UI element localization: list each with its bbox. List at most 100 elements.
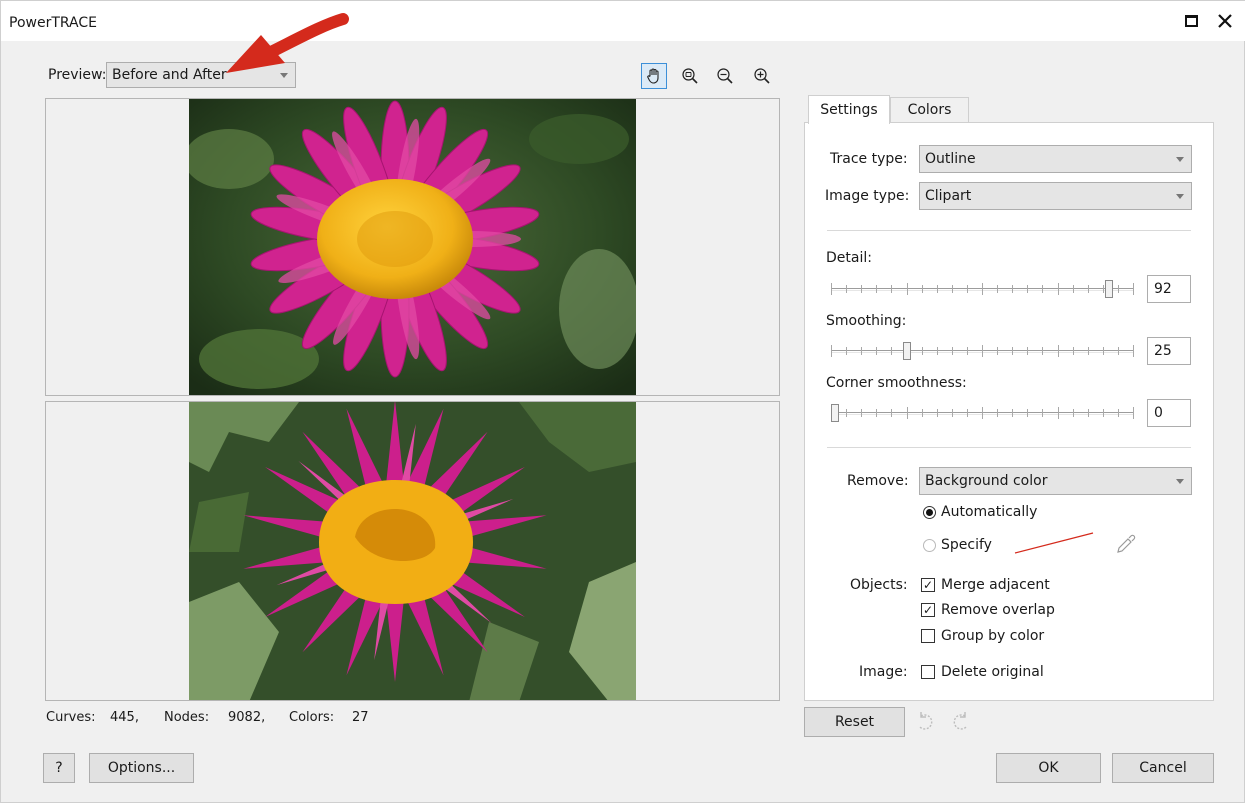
slider-tick xyxy=(876,285,877,293)
section-divider xyxy=(827,230,1191,231)
slider-tick xyxy=(967,409,968,417)
slider-tick xyxy=(1027,285,1028,293)
slider-tick xyxy=(952,347,953,355)
pan-tool-button[interactable] xyxy=(641,63,667,89)
slider-tick xyxy=(1133,283,1134,295)
undo-icon[interactable] xyxy=(914,711,936,733)
remove-dropdown[interactable]: Background color xyxy=(919,467,1192,495)
slider-tick xyxy=(937,409,938,417)
slider-tick xyxy=(876,347,877,355)
slider-tick xyxy=(1118,347,1119,355)
slider-tick xyxy=(1118,409,1119,417)
close-button[interactable] xyxy=(1211,9,1239,33)
colors-label: Colors: xyxy=(289,710,335,725)
image-type-label: Image type: xyxy=(825,188,910,204)
slider-tick xyxy=(1073,347,1074,355)
chevron-down-icon xyxy=(1176,479,1184,484)
detail-input[interactable]: 92 xyxy=(1147,275,1191,303)
redo-icon[interactable] xyxy=(950,711,972,733)
chevron-down-icon xyxy=(1176,194,1184,199)
tab-colors-label: Colors xyxy=(907,102,952,118)
slider-thumb[interactable] xyxy=(1104,280,1113,298)
slider-tick xyxy=(891,409,892,417)
nodes-label: Nodes: xyxy=(164,710,210,725)
slider-tick xyxy=(1118,285,1119,293)
specify-label: Specify xyxy=(941,537,992,553)
slider-tick xyxy=(1088,409,1089,417)
zoom-to-fit-button[interactable] xyxy=(677,63,703,89)
slider-tick xyxy=(876,409,877,417)
smoothing-input[interactable]: 25 xyxy=(1147,337,1191,365)
trace-type-label: Trace type: xyxy=(830,151,908,167)
group-by-color-checkbox[interactable] xyxy=(921,629,935,643)
tab-settings[interactable]: Settings xyxy=(808,95,890,124)
zoom-in-button[interactable] xyxy=(749,63,775,89)
slider-tick xyxy=(1012,347,1013,355)
powertrace-dialog: PowerTRACE Preview: Before and After Cur… xyxy=(0,0,1245,803)
corner-smoothness-input[interactable]: 0 xyxy=(1147,399,1191,427)
slider-tick xyxy=(1133,407,1134,419)
slider-tick xyxy=(1073,409,1074,417)
trace-type-dropdown[interactable]: Outline xyxy=(919,145,1192,173)
slider-tick xyxy=(861,347,862,355)
smoothing-slider[interactable] xyxy=(831,342,1134,360)
slider-tick xyxy=(922,285,923,293)
slider-tick xyxy=(937,347,938,355)
smoothing-label: Smoothing: xyxy=(826,313,907,329)
maximize-button[interactable] xyxy=(1177,9,1205,33)
slider-tick xyxy=(907,407,908,419)
image-type-dropdown[interactable]: Clipart xyxy=(919,182,1192,210)
slider-tick xyxy=(1042,285,1043,293)
merge-adjacent-checkbox[interactable]: ✓ xyxy=(921,578,935,592)
slider-tick xyxy=(1012,285,1013,293)
automatically-radio[interactable] xyxy=(923,506,936,519)
slider-tick xyxy=(997,347,998,355)
slider-tick xyxy=(952,285,953,293)
close-icon xyxy=(1218,14,1232,28)
traced-flower-preview xyxy=(189,402,636,700)
slider-tick xyxy=(861,285,862,293)
annotation-line-icon xyxy=(1014,532,1094,554)
slider-tick xyxy=(922,347,923,355)
colors-count: 27 xyxy=(352,710,369,725)
title-bar: PowerTRACE xyxy=(1,1,1245,41)
chevron-down-icon xyxy=(1176,157,1184,162)
slider-tick xyxy=(1133,345,1134,357)
slider-tick xyxy=(982,407,983,419)
after-preview-pane[interactable] xyxy=(45,401,780,701)
delete-original-checkbox[interactable] xyxy=(921,665,935,679)
corner-smoothness-slider[interactable] xyxy=(831,404,1134,422)
automatically-label: Automatically xyxy=(941,504,1038,520)
reset-button[interactable]: Reset xyxy=(804,707,905,737)
slider-tick xyxy=(997,409,998,417)
tab-colors[interactable]: Colors xyxy=(890,97,969,122)
merge-adjacent-label: Merge adjacent xyxy=(941,577,1050,593)
slider-thumb[interactable] xyxy=(831,404,839,422)
slider-tick xyxy=(1088,285,1089,293)
slider-tick xyxy=(861,409,862,417)
zoom-out-button[interactable] xyxy=(712,63,738,89)
zoom-out-icon xyxy=(717,68,733,84)
tab-settings-label: Settings xyxy=(820,102,878,118)
slider-tick xyxy=(997,285,998,293)
ok-button[interactable]: OK xyxy=(996,753,1101,783)
eyedropper-icon[interactable] xyxy=(1115,533,1137,555)
help-button[interactable]: ? xyxy=(43,753,75,783)
slider-thumb[interactable] xyxy=(902,342,911,360)
preview-mode-value: Before and After xyxy=(112,67,227,83)
slider-tick xyxy=(1058,407,1059,419)
cancel-button[interactable]: Cancel xyxy=(1112,753,1214,783)
before-preview-pane[interactable] xyxy=(45,98,780,396)
specify-radio[interactable] xyxy=(923,539,936,552)
detail-slider[interactable] xyxy=(831,280,1134,298)
options-button[interactable]: Options... xyxy=(89,753,194,783)
preview-label: Preview: xyxy=(48,67,107,83)
curves-count: 445, xyxy=(110,710,139,725)
slider-tick xyxy=(846,409,847,417)
remove-overlap-checkbox[interactable]: ✓ xyxy=(921,603,935,617)
remove-label: Remove: xyxy=(847,473,909,489)
slider-tick xyxy=(982,345,983,357)
detail-label: Detail: xyxy=(826,250,872,266)
slider-tick xyxy=(1058,283,1059,295)
slider-tick xyxy=(922,409,923,417)
